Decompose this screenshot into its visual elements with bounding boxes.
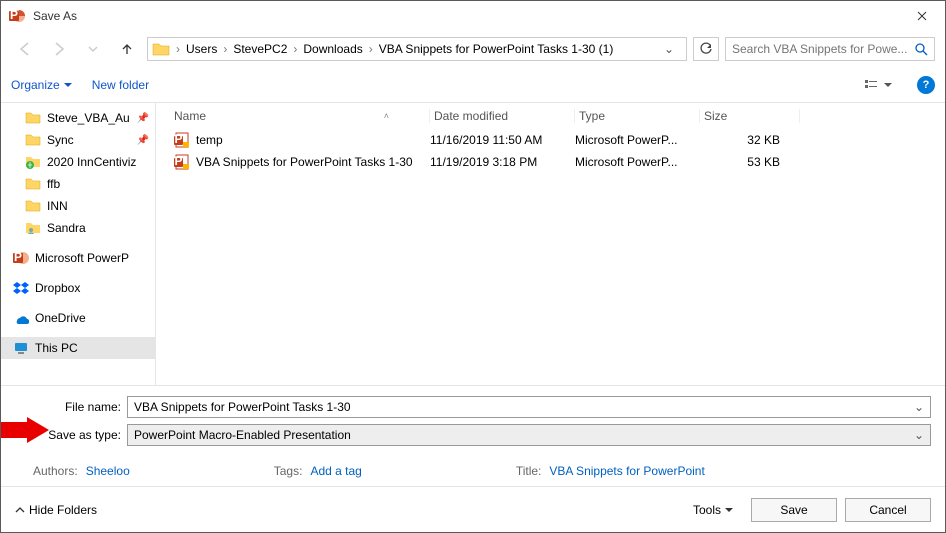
tree-item[interactable]: 2020 InnCentiviz bbox=[1, 151, 155, 173]
window-title: Save As bbox=[33, 9, 899, 23]
folder-icon bbox=[152, 41, 170, 57]
breadcrumb-item[interactable]: Downloads bbox=[301, 42, 364, 56]
column-size[interactable]: Size bbox=[700, 109, 800, 123]
filename-label: File name: bbox=[15, 400, 121, 414]
search-input[interactable] bbox=[732, 42, 914, 56]
back-button[interactable] bbox=[11, 35, 39, 63]
organize-menu[interactable]: Organize bbox=[11, 78, 72, 92]
tools-menu[interactable]: Tools bbox=[693, 503, 733, 517]
powerpoint-app-icon: P bbox=[9, 8, 25, 24]
title-label: Title: bbox=[516, 464, 542, 478]
refresh-icon bbox=[699, 42, 713, 56]
footer-bar: Hide Folders Tools Save Cancel bbox=[1, 486, 945, 532]
save-button[interactable]: Save bbox=[751, 498, 837, 522]
tree-item[interactable]: PMicrosoft PowerP bbox=[1, 247, 155, 269]
column-type[interactable]: Type bbox=[575, 109, 700, 123]
organize-label: Organize bbox=[11, 78, 60, 92]
hide-folders-button[interactable]: Hide Folders bbox=[15, 503, 97, 517]
column-date[interactable]: Date modified bbox=[430, 109, 575, 123]
svg-text:P: P bbox=[14, 250, 22, 264]
search-icon bbox=[914, 42, 928, 56]
triangle-down-icon bbox=[725, 506, 733, 514]
breadcrumb-dropdown[interactable]: ⌄ bbox=[664, 42, 682, 56]
svg-text:P: P bbox=[174, 132, 182, 146]
triangle-down-icon bbox=[884, 81, 892, 89]
svg-text:P: P bbox=[10, 8, 18, 22]
close-button[interactable] bbox=[899, 1, 945, 31]
breadcrumb[interactable]: › Users› StevePC2› Downloads› VBA Snippe… bbox=[147, 37, 687, 61]
tree-item[interactable]: OneDrive bbox=[1, 307, 155, 329]
recent-button[interactable] bbox=[79, 35, 107, 63]
tree-item[interactable]: Sandra bbox=[1, 217, 155, 239]
authors-value[interactable]: Sheeloo bbox=[86, 464, 130, 478]
filename-field[interactable]: ⌄ bbox=[127, 396, 931, 418]
save-as-dialog: P Save As › Users› StevePC2› Downloads› … bbox=[0, 0, 946, 533]
file-list-pane: Name˄ Date modified Type Size Ptemp11/16… bbox=[156, 103, 945, 385]
breadcrumb-item[interactable]: Users bbox=[184, 42, 219, 56]
file-row[interactable]: PVBA Snippets for PowerPoint Tasks 1-301… bbox=[156, 151, 945, 173]
arrow-left-icon bbox=[17, 41, 33, 57]
save-form: File name: ⌄ Save as type: PowerPoint Ma… bbox=[1, 385, 945, 486]
authors-label: Authors: bbox=[33, 464, 78, 478]
arrow-up-icon bbox=[119, 41, 135, 57]
view-icon bbox=[864, 78, 882, 92]
pin-icon: 📌 bbox=[137, 113, 149, 124]
view-options-button[interactable] bbox=[859, 75, 897, 95]
file-row[interactable]: Ptemp11/16/2019 11:50 AMMicrosoft PowerP… bbox=[156, 129, 945, 151]
pin-icon: 📌 bbox=[137, 135, 149, 146]
breadcrumb-item[interactable]: StevePC2 bbox=[231, 42, 289, 56]
chevron-down-icon[interactable]: ⌄ bbox=[914, 428, 924, 442]
tree-item[interactable]: ffb bbox=[1, 173, 155, 195]
breadcrumb-item[interactable]: VBA Snippets for PowerPoint Tasks 1-30 (… bbox=[377, 42, 616, 56]
search-box[interactable] bbox=[725, 37, 935, 61]
toolbar: Organize New folder ? bbox=[1, 67, 945, 103]
tree-item[interactable]: Steve_VBA_Au📌 bbox=[1, 107, 155, 129]
chevron-down-icon[interactable]: ⌄ bbox=[914, 400, 924, 414]
navigation-bar: › Users› StevePC2› Downloads› VBA Snippe… bbox=[1, 31, 945, 67]
svg-text:P: P bbox=[174, 154, 182, 168]
tags-value[interactable]: Add a tag bbox=[310, 464, 361, 478]
savetype-value: PowerPoint Macro-Enabled Presentation bbox=[134, 428, 351, 442]
metadata-row: Authors: Sheeloo Tags: Add a tag Title: … bbox=[15, 464, 931, 478]
triangle-down-icon bbox=[64, 81, 72, 89]
tree-item[interactable]: Sync📌 bbox=[1, 129, 155, 151]
title-bar: P Save As bbox=[1, 1, 945, 31]
arrow-right-icon bbox=[51, 41, 67, 57]
cancel-button[interactable]: Cancel bbox=[845, 498, 931, 522]
forward-button[interactable] bbox=[45, 35, 73, 63]
body: Steve_VBA_Au📌Sync📌2020 InnCentivizffbINN… bbox=[1, 103, 945, 385]
close-icon bbox=[917, 11, 927, 21]
new-folder-button[interactable]: New folder bbox=[92, 78, 149, 92]
help-button[interactable]: ? bbox=[917, 76, 935, 94]
savetype-field[interactable]: PowerPoint Macro-Enabled Presentation ⌄ bbox=[127, 424, 931, 446]
tree-item[interactable]: INN bbox=[1, 195, 155, 217]
tags-label: Tags: bbox=[274, 464, 303, 478]
filename-input[interactable] bbox=[134, 400, 914, 414]
folder-tree[interactable]: Steve_VBA_Au📌Sync📌2020 InnCentivizffbINN… bbox=[1, 103, 156, 385]
savetype-label: Save as type: bbox=[15, 428, 121, 442]
chevron-down-icon bbox=[88, 44, 98, 54]
chevron-up-icon bbox=[15, 505, 25, 515]
refresh-button[interactable] bbox=[693, 37, 719, 61]
column-headers[interactable]: Name˄ Date modified Type Size bbox=[156, 103, 945, 129]
tree-item[interactable]: This PC bbox=[1, 337, 155, 359]
tree-item[interactable]: Dropbox bbox=[1, 277, 155, 299]
file-list[interactable]: Ptemp11/16/2019 11:50 AMMicrosoft PowerP… bbox=[156, 129, 945, 173]
column-name[interactable]: Name˄ bbox=[170, 109, 430, 123]
up-button[interactable] bbox=[113, 35, 141, 63]
sort-asc-icon: ˄ bbox=[384, 111, 389, 121]
title-value[interactable]: VBA Snippets for PowerPoint bbox=[549, 464, 704, 478]
